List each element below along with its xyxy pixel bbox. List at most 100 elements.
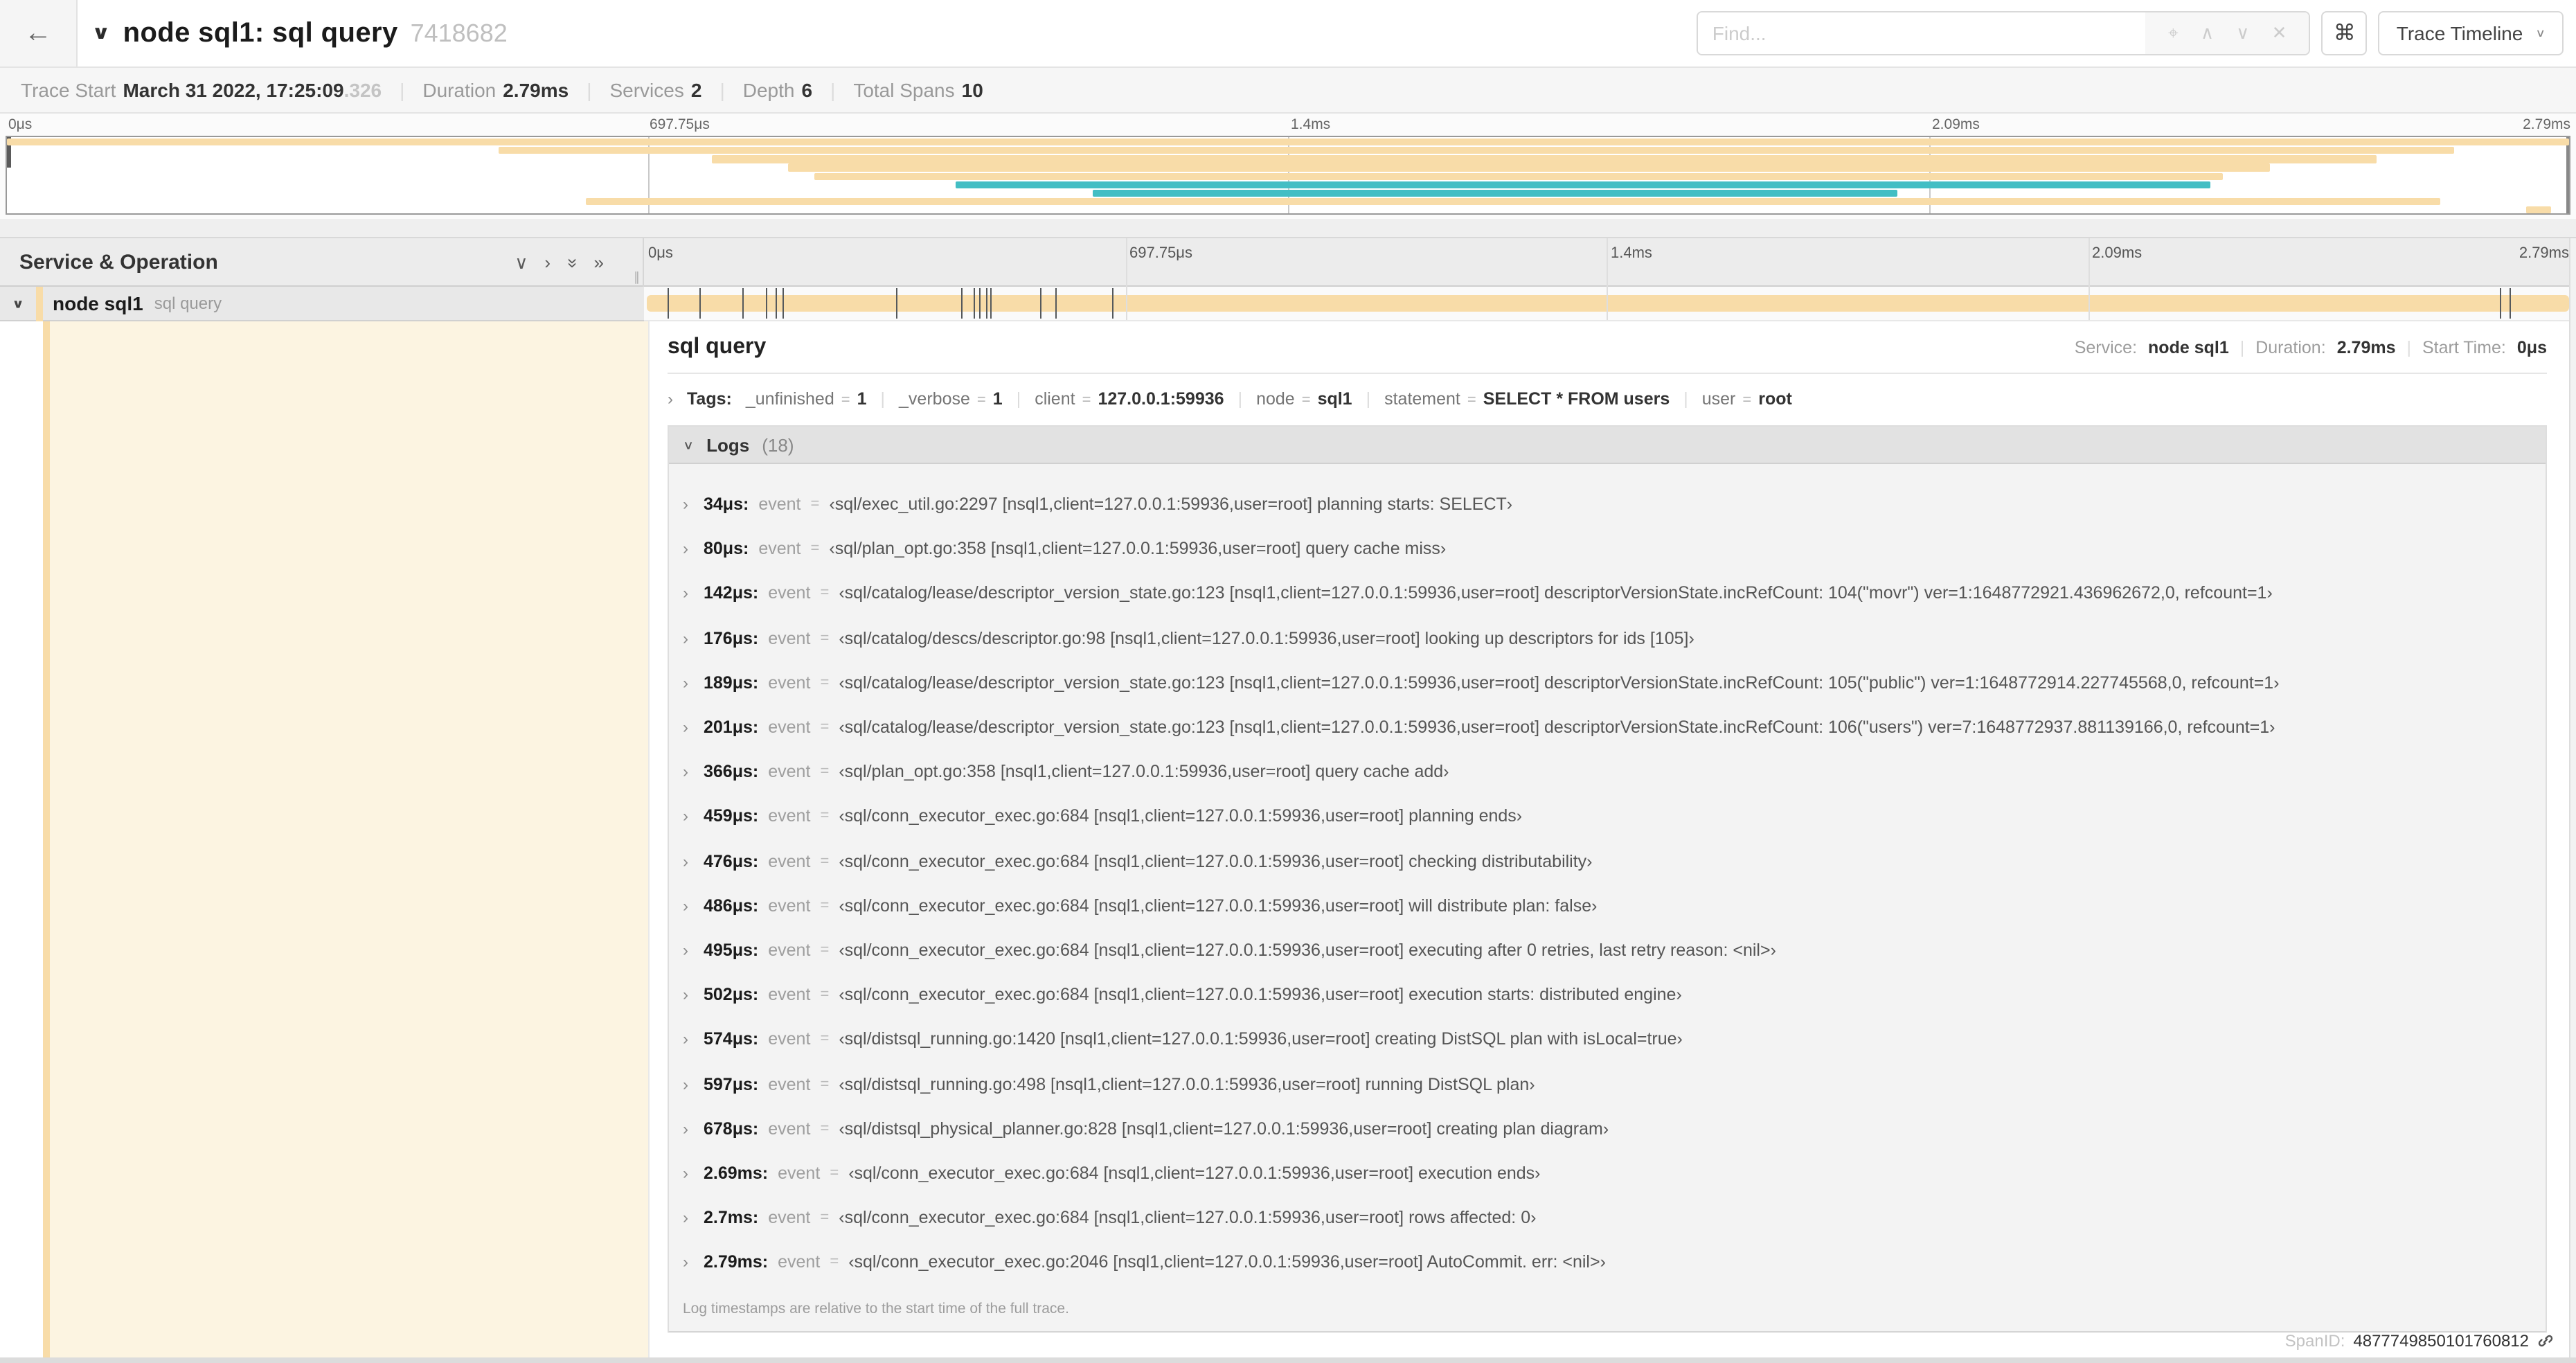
find-input[interactable] [1698,12,2146,54]
keyboard-shortcuts-button[interactable]: ⌘ [2321,11,2368,55]
equals-sign: = [830,1164,839,1182]
match-target-icon[interactable]: ⌖ [2168,22,2179,44]
minimap-span-bar [955,181,2210,189]
equals-sign: = [1742,392,1752,409]
tag-item[interactable]: user = root [1702,389,1792,409]
log-entry[interactable]: › 176μs: event = ‹sql/catalog/descs/descript… [683,616,2534,660]
minimap-tick-label: 1.4ms [1291,116,1331,133]
deep-link-icon[interactable] [2537,1333,2554,1349]
chevron-right-icon: › [683,628,688,648]
log-entry[interactable]: › 459μs: event = ‹sql/conn_executor_exec.go:… [683,794,2534,839]
minimap-tick-label: 0μs [8,116,33,133]
tag-item[interactable]: statement = SELECT * FROM users [1384,389,1670,409]
span-log-tick [978,288,981,319]
timeline-minimap[interactable]: 0μs 697.75μs 1.4ms 2.09ms 2.79ms [0,114,2576,219]
log-event-value: ‹sql/conn_executor_exec.go:684 [nsql1,cl… [839,896,1598,916]
tag-item[interactable]: _verbose = 1 [899,389,1003,409]
tag-key: node [1256,389,1295,409]
log-entry[interactable]: › 366μs: event = ‹sql/plan_opt.go:358 [nsql1… [683,749,2534,794]
span-detail-area: sql query Service: node sql1 | Duration: 2… [0,321,2576,1357]
equals-sign: = [820,941,830,959]
log-event-key: event [758,495,801,515]
log-entry[interactable]: › 201μs: event = ‹sql/catalog/lease/descript… [683,705,2534,749]
trace-title-group: ∨ node sql1: sql query 7418682 [91,0,508,66]
tag-item[interactable]: node = sql1 [1256,389,1352,409]
log-timestamp: 189μs: [704,672,759,693]
chevron-down-icon: ∨ [683,438,695,452]
log-entry[interactable]: › 2.7ms: event = ‹sql/conn_executor_exec.go:… [683,1195,2534,1240]
column-resize-grip[interactable]: ∥ [634,270,640,285]
start-time-value: 0μs [2516,338,2547,357]
tag-item[interactable]: _unfinished = 1 [746,389,867,409]
log-event-value: ‹sql/distsql_physical_planner.go:828 [ns… [839,1119,1609,1139]
logs-footnote: Log timestamps are relative to the start… [669,1290,2546,1332]
tag-key: _unfinished [745,389,834,409]
log-event-value: ‹sql/plan_opt.go:358 [nsql1,client=127.0… [839,762,1449,782]
log-entry[interactable]: › 142μs: event = ‹sql/catalog/lease/descript… [683,571,2534,616]
log-entry[interactable]: › 476μs: event = ‹sql/conn_executor_exec.go:… [683,839,2534,883]
log-entry[interactable]: › 2.79ms: event = ‹sql/conn_executor_exec.go… [683,1240,2534,1284]
collapse-trace-chevron-icon[interactable]: ∨ [91,22,111,44]
minimap-canvas[interactable] [6,136,2570,215]
expand-all-icon[interactable]: » [594,251,604,274]
log-entry[interactable]: › 486μs: event = ‹sql/conn_executor_exec.go:… [683,883,2534,927]
log-event-key: event [768,672,811,693]
operation-name: sql query [154,294,222,313]
log-timestamp: 80μs: [704,539,749,559]
tag-key: _verbose [899,389,970,409]
equals-sign: = [820,674,830,691]
log-entry[interactable]: › 502μs: event = ‹sql/conn_executor_exec.go:… [683,972,2534,1017]
tag-item[interactable]: client = 127.0.0.1:59936 [1035,389,1224,409]
log-event-key: event [768,1208,811,1228]
clear-find-icon[interactable]: ✕ [2272,22,2287,44]
log-entry[interactable]: › 80μs: event = ‹sql/plan_opt.go:358 [nsql1,… [683,526,2534,571]
chevron-right-icon: › [683,539,688,559]
log-entry[interactable]: › 597μs: event = ‹sql/distsql_running.go:498… [683,1062,2534,1106]
log-entry[interactable]: › 2.69ms: event = ‹sql/conn_executor_exec.go… [683,1151,2534,1195]
log-timestamp: 2.79ms: [704,1252,769,1272]
minimap-span-bar [711,155,2377,163]
equals-sign: = [820,630,830,647]
view-dropdown-button[interactable]: Trace Timeline ∨ [2378,11,2564,55]
log-entry[interactable]: › 495μs: event = ‹sql/conn_executor_exec.go:… [683,928,2534,972]
span-row-name-cell[interactable]: ∨ node sql1 sql query [0,286,644,321]
chevron-right-icon: › [683,985,688,1005]
collapse-one-icon[interactable]: ∨ [515,251,528,274]
equals-sign: = [820,897,830,914]
jaeger-trace-page: ← ∨ node sql1: sql query 7418682 ⌖ ∧ ∨ ✕… [0,0,2576,1363]
log-event-key: event [778,1252,821,1272]
minimap-right-scrubber[interactable] [2566,137,2569,213]
tag-value: root [1758,389,1792,409]
span-collapse-chevron-icon[interactable]: ∨ [0,296,36,310]
log-event-key: event [768,583,811,603]
trace-id: 7418682 [410,19,508,46]
divider: | [2406,338,2412,357]
span-duration-bar[interactable] [647,295,2569,312]
tag-list: _unfinished = 1 | _verbose = 1 | client = 127.0.0.… [746,389,1792,409]
span-row-bar-cell[interactable] [644,287,2569,321]
log-entry[interactable]: › 189μs: event = ‹sql/catalog/lease/descript… [683,661,2534,705]
log-timestamp: 176μs: [704,628,759,648]
expand-one-icon[interactable]: › [544,251,551,274]
equals-sign: = [1082,392,1091,409]
trace-meta-value: 2.79ms [503,79,569,101]
top-bar-actions: ⌖ ∧ ∨ ✕ ⌘ Trace Timeline ∨ [1697,11,2564,55]
log-event-value: ‹sql/exec_util.go:2297 [nsql1,client=127… [829,495,1513,515]
tags-label: Tags: [687,389,732,409]
vertical-scrollbar[interactable] [2569,238,2576,1357]
log-entry[interactable]: › 574μs: event = ‹sql/distsql_running.go:142… [683,1017,2534,1062]
back-button[interactable]: ← [0,0,78,66]
log-entry[interactable]: › 678μs: event = ‹sql/distsql_physical_plann… [683,1106,2534,1150]
minimap-span-bar [7,139,2569,146]
logs-header[interactable]: ∨ Logs (18) [669,427,2546,464]
log-entry[interactable]: › 34μs: event = ‹sql/exec_util.go:2297 [nsql… [683,482,2534,526]
minimap-span-bar [1093,189,1898,197]
next-match-icon[interactable]: ∨ [2236,22,2249,44]
log-event-value: ‹sql/conn_executor_exec.go:684 [nsql1,cl… [848,1163,1541,1183]
prev-match-icon[interactable]: ∧ [2201,22,2214,44]
span-log-tick [775,288,777,319]
collapse-all-icon[interactable]: » [561,258,583,267]
span-log-tick [1055,288,1057,319]
tags-row[interactable]: › Tags: _unfinished = 1 | _verbose = 1 | client =… [668,389,2547,409]
log-timestamp: 502μs: [704,985,759,1005]
